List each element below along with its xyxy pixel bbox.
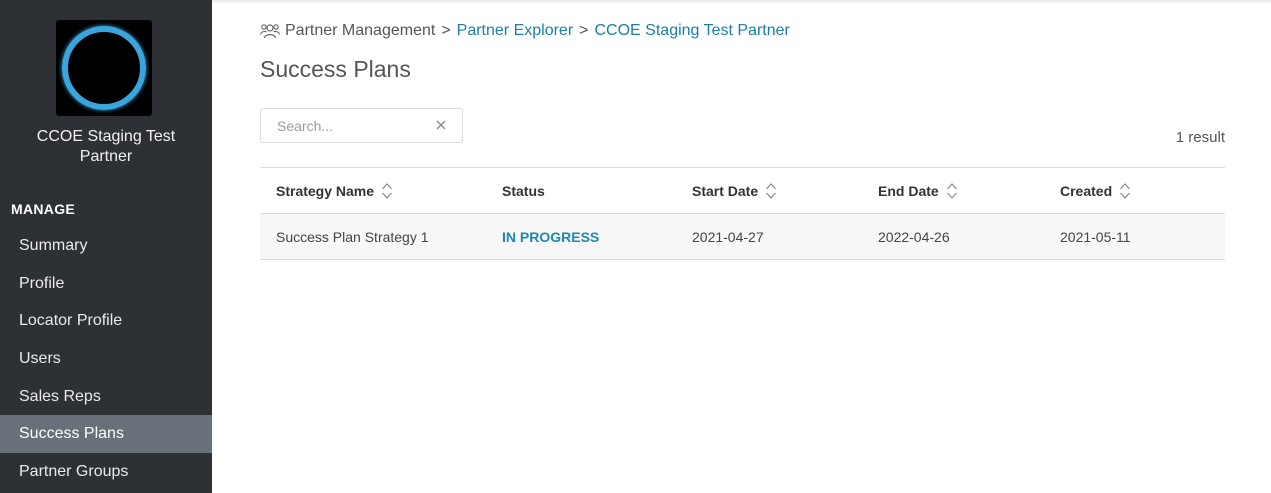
cell-status: IN PROGRESS [502,229,692,245]
sort-icon[interactable] [1119,182,1131,200]
cell-start-date: 2021-04-27 [692,228,764,245]
search-input[interactable] [261,109,431,142]
table-header-row: Strategy Name Status Start Date End Date [260,168,1225,214]
sort-icon[interactable] [765,182,777,200]
success-plans-table: Strategy Name Status Start Date End Date [260,167,1225,260]
column-header-strategy-name[interactable]: Strategy Name [260,182,502,200]
column-header-status: Status [502,183,692,199]
partner-name: CCOE Staging Test Partner [36,128,176,165]
breadcrumb-partner-link[interactable]: CCOE Staging Test Partner [595,22,790,40]
column-header-label: End Date [878,182,939,199]
breadcrumb-partner-explorer-link[interactable]: Partner Explorer [457,22,574,40]
status-badge: IN PROGRESS [502,228,600,245]
column-header-end-date[interactable]: End Date [878,182,1060,200]
breadcrumb-separator: > [579,22,589,39]
clear-search-icon[interactable] [434,118,448,132]
column-header-label: Created [1060,182,1113,199]
column-header-created[interactable]: Created [1060,182,1225,200]
column-header-label: Start Date [692,182,759,199]
sidebar-nav: Summary Profile Locator Profile Users Sa… [0,227,212,491]
users-icon [260,24,280,39]
sort-icon[interactable] [381,182,393,200]
cell-created: 2021-05-11 [1060,228,1131,245]
page-title: Success Plans [260,56,411,82]
sidebar: CCOE Staging Test Partner MANAGE Summary… [0,0,212,493]
breadcrumb-separator: > [441,22,451,39]
partner-logo [56,20,152,116]
search-box [260,108,463,143]
sidebar-item-sales-reps[interactable]: Sales Reps [0,378,212,416]
breadcrumb-root: Partner Management [285,22,436,39]
sidebar-item-success-plans[interactable]: Success Plans [0,415,212,454]
sidebar-item-partner-groups[interactable]: Partner Groups [0,453,212,491]
sidebar-item-locator-profile[interactable]: Locator Profile [0,302,212,340]
column-header-label: Strategy Name [276,182,375,199]
breadcrumb: Partner Management > Partner Explorer > … [260,22,790,40]
column-header-label: Status [502,182,545,199]
sidebar-item-summary[interactable]: Summary [0,227,212,265]
sidebar-item-profile[interactable]: Profile [0,265,212,303]
cell-strategy-name: Success Plan Strategy 1 [276,228,429,245]
cell-end-date: 2022-04-26 [878,228,950,245]
sidebar-item-users[interactable]: Users [0,340,212,378]
logo-ring [62,26,146,110]
top-shadow [212,0,1271,4]
result-count: 1 result [1175,129,1225,146]
column-header-start-date[interactable]: Start Date [692,182,878,200]
manage-section-heading: MANAGE [11,201,76,217]
table-row[interactable]: Success Plan Strategy 1 IN PROGRESS 2021… [260,214,1225,260]
sort-icon[interactable] [946,182,958,200]
